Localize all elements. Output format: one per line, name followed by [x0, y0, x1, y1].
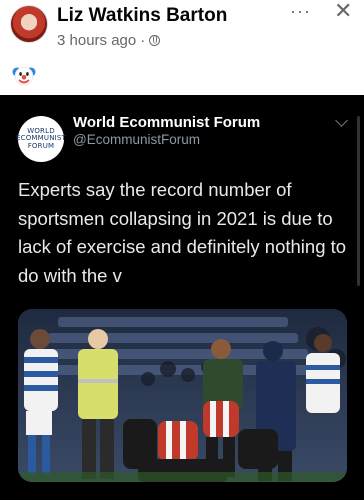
post-meta: 3 hours ago · — [57, 32, 161, 49]
photo-illustration — [18, 309, 347, 482]
author-avatar[interactable] — [10, 5, 48, 43]
scrollbar[interactable] — [357, 116, 360, 286]
tweet-author-handle[interactable]: @EcommunistForum — [73, 132, 200, 147]
post-header: Liz Watkins Barton 3 hours ago · ··· ✕ — [0, 0, 364, 92]
logo-line-3: FORUM — [27, 141, 55, 150]
clown-face-icon — [12, 66, 36, 86]
close-icon[interactable]: ✕ — [334, 0, 352, 22]
org-logo[interactable]: WORLD ECOMMUNIST FORUM — [16, 116, 66, 162]
redaction-scribble — [148, 262, 222, 288]
tweet-photo[interactable] — [18, 309, 347, 482]
globe-icon — [149, 35, 161, 46]
author-name[interactable]: Liz Watkins Barton — [57, 5, 227, 27]
post-time[interactable]: 3 hours ago — [57, 32, 136, 49]
meta-separator: · — [140, 32, 146, 49]
tweet-author-name[interactable]: World Ecommunist Forum — [73, 114, 260, 131]
more-options-icon[interactable]: ··· — [290, 2, 311, 20]
